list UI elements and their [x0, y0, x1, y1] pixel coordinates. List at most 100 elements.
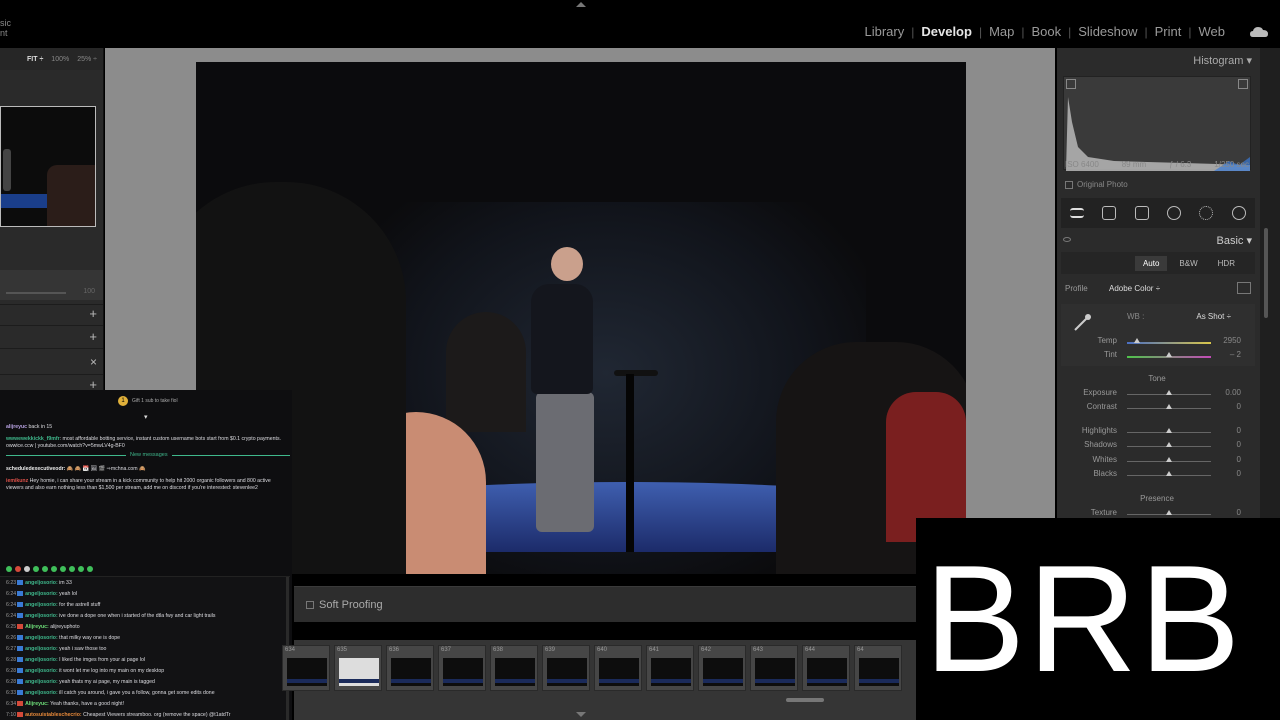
module-web[interactable]: Web — [1192, 24, 1233, 39]
brb-text: BRB — [924, 534, 1243, 704]
module-slideshow[interactable]: Slideshow — [1071, 24, 1144, 39]
chat-log-line: 6:28 angeljosorio: yeah thats my ai page,… — [6, 679, 155, 685]
whites-slider[interactable]: Whites 0 — [1061, 455, 1253, 469]
filmstrip-thumbnail[interactable]: 635 — [334, 645, 382, 691]
zoom-fit-option[interactable]: FIT ÷ — [27, 56, 43, 63]
basic-panel-title[interactable]: Basic ▾ — [1217, 234, 1252, 247]
chat-log-line: 6:24 angeljosorio: yeah lol — [6, 591, 78, 597]
snapshots-add-icon[interactable]: + — [89, 329, 97, 344]
collapse-top-panel-arrow-icon[interactable] — [576, 2, 586, 7]
frame-number: 642 — [701, 647, 712, 653]
exif-iso: ISO 6400 — [1065, 160, 1099, 169]
navigator-header: FIT ÷ 100% 25% ÷ — [0, 48, 103, 70]
cloud-sync-icon[interactable] — [1250, 27, 1268, 37]
gift-banner[interactable]: 1 Gift 1 sub to take fiol — [118, 396, 178, 406]
filmstrip-thumbnail[interactable]: 637 — [438, 645, 486, 691]
filmstrip-thumbnail[interactable]: 641 — [646, 645, 694, 691]
red-eye-icon[interactable] — [1167, 206, 1182, 220]
filmstrip-thumbnail[interactable]: 643 — [750, 645, 798, 691]
chat-log-line: 7:10 autosuistableschecrio: Cheapest View… — [6, 712, 231, 718]
heal-icon[interactable] — [1134, 206, 1149, 220]
frame-number: 641 — [649, 647, 660, 653]
history-clear-icon[interactable]: × — [90, 355, 97, 369]
module-library[interactable]: Library — [857, 24, 911, 39]
filmstrip-thumbnail[interactable]: 644 — [802, 645, 850, 691]
collapse-filmstrip-arrow-icon[interactable] — [576, 712, 586, 717]
chat-message: scheduledexecutiveodr: 🙈 🙈 📆 🖼 🎬 ⇒mchna.… — [6, 466, 146, 472]
chat-log-line: 6:28 angeljosorio: I liked the imges from… — [6, 657, 146, 663]
tone-label: Tone — [1148, 374, 1166, 383]
frame-number: 634 — [285, 647, 296, 653]
soft-proofing-checkbox[interactable] — [306, 601, 314, 609]
filmstrip: 634 635 636 637 638 639 640 641 642 643 644 64 — [282, 640, 916, 720]
chat-log: 6:23 angeljosorio: im 33 6:24 angeljosorio:… — [0, 576, 290, 720]
filmstrip-scrollbar[interactable] — [786, 698, 824, 702]
chat-log-line: 6:33 angeljosorio: ill catch you around, … — [6, 690, 215, 696]
emote-bar[interactable] — [6, 566, 93, 572]
module-map[interactable]: Map — [982, 24, 1021, 39]
filmstrip-thumbnail[interactable]: 639 — [542, 645, 590, 691]
zoom-25-option[interactable]: 25% ÷ — [77, 56, 97, 63]
hdr-button[interactable]: HDR — [1210, 256, 1243, 271]
navigator-slider[interactable] — [6, 292, 66, 294]
panel-visibility-eye-icon[interactable] — [1063, 237, 1071, 242]
exif-shutter: 1/250 sec — [1214, 160, 1249, 169]
chat-message: alijreyuc back in 15 — [6, 424, 53, 430]
filmstrip-thumbnail[interactable]: 640 — [594, 645, 642, 691]
tint-slider[interactable]: Tint – 2 — [1061, 350, 1253, 364]
profile-label: Profile — [1065, 284, 1088, 293]
main-photo[interactable] — [196, 62, 966, 574]
right-panel-scrollbar[interactable] — [1260, 48, 1280, 518]
module-picker: Library | Develop | Map | Book | Slideshow | … — [857, 24, 1232, 39]
original-photo-checkbox[interactable] — [1065, 180, 1073, 189]
frame-image — [859, 658, 899, 686]
frame-image — [391, 658, 431, 686]
shadows-slider[interactable]: Shadows 0 — [1061, 440, 1253, 454]
toolbar: Soft Proofing — [294, 586, 916, 622]
module-develop[interactable]: Develop — [914, 24, 979, 39]
presence-label: Presence — [1140, 494, 1174, 503]
zoom-100-option[interactable]: 100% — [51, 56, 69, 63]
crop-icon[interactable] — [1102, 206, 1117, 220]
histogram-title[interactable]: Histogram ▾ — [1193, 54, 1252, 67]
filmstrip-thumbnail[interactable]: 634 — [282, 645, 330, 691]
frame-number: 635 — [337, 647, 348, 653]
chat-log-line: 6:25 Alijreyuc: alijreyuphoto — [6, 624, 80, 630]
blacks-slider[interactable]: Blacks 0 — [1061, 469, 1253, 483]
edit-sliders-icon[interactable] — [1070, 208, 1085, 218]
filmstrip-thumbnail[interactable]: 64 — [854, 645, 902, 691]
masking-icon[interactable] — [1199, 206, 1214, 220]
stream-chat-overlay: 1 Gift 1 sub to take fiol ▾ alijreyuc ba… — [0, 390, 292, 720]
chat-log-line: 6:23 angeljosorio: im 33 — [6, 580, 72, 586]
frame-image — [443, 658, 483, 686]
presets-add-icon[interactable]: + — [89, 306, 97, 321]
filmstrip-thumbnail[interactable]: 638 — [490, 645, 538, 691]
temp-slider[interactable]: Temp 2950 — [1061, 336, 1253, 350]
profile-browser-grid-icon[interactable] — [1237, 282, 1251, 294]
frame-number: 64 — [857, 647, 864, 653]
wb-dropdown[interactable]: As Shot ÷ — [1196, 312, 1231, 321]
chevron-down-icon[interactable]: ▾ — [144, 414, 148, 421]
bw-button[interactable]: B&W — [1171, 256, 1205, 271]
navigator-preview[interactable] — [0, 106, 96, 227]
original-photo-toggle[interactable]: Original Photo — [1065, 180, 1128, 189]
presets-icon[interactable] — [1231, 206, 1246, 220]
frame-number: 637 — [441, 647, 452, 653]
filmstrip-thumbnail[interactable]: 636 — [386, 645, 434, 691]
new-messages-divider: New messages — [6, 452, 290, 463]
brand-line-1: sic — [0, 18, 11, 28]
auto-button[interactable]: Auto — [1134, 255, 1168, 271]
frame-number: 636 — [389, 647, 400, 653]
tool-strip — [1061, 198, 1255, 228]
module-book[interactable]: Book — [1024, 24, 1068, 39]
profile-dropdown[interactable]: Adobe Color ÷ — [1109, 284, 1160, 293]
chat-log-line: 6:27 angeljosorio: yeah i saw those too — [6, 646, 107, 652]
filmstrip-thumbnail[interactable]: 642 — [698, 645, 746, 691]
highlights-slider[interactable]: Highlights 0 — [1061, 426, 1253, 440]
histogram[interactable] — [1063, 76, 1251, 171]
exposure-slider[interactable]: Exposure 0.00 — [1061, 388, 1253, 402]
wb-eyedropper-icon[interactable] — [1071, 312, 1093, 334]
frame-number: 639 — [545, 647, 556, 653]
contrast-slider[interactable]: Contrast 0 — [1061, 402, 1253, 416]
module-print[interactable]: Print — [1148, 24, 1189, 39]
